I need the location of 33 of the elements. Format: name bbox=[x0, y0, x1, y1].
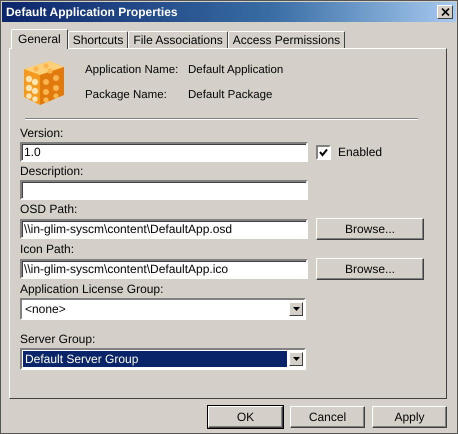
browse-button[interactable]: Browse... bbox=[316, 218, 424, 240]
tab[interactable]: Shortcuts bbox=[68, 31, 128, 48]
field-label: Application Name: bbox=[85, 64, 180, 76]
dialog-button[interactable]: OK bbox=[208, 406, 283, 428]
close-button[interactable] bbox=[437, 5, 453, 19]
field-label: Package Name: bbox=[85, 88, 168, 100]
text-field[interactable] bbox=[20, 180, 308, 200]
dropdown-value: <none> bbox=[24, 301, 67, 317]
browse-button[interactable]: Browse... bbox=[316, 258, 424, 280]
field-label: Icon Path: bbox=[20, 242, 76, 256]
field-value: Default Package bbox=[188, 88, 272, 100]
close-icon bbox=[440, 8, 450, 16]
dropdown[interactable]: Default Server Group bbox=[20, 348, 306, 370]
dialog-button[interactable]: Cancel bbox=[290, 406, 365, 428]
field-label: Application License Group: bbox=[20, 282, 164, 296]
check-mark-icon bbox=[319, 148, 328, 156]
text-field[interactable]: \\in-glim-syscm\content\DefaultApp.osd bbox=[20, 219, 308, 239]
window-title: Default Application Properties bbox=[6, 5, 178, 19]
checkbox[interactable] bbox=[316, 144, 331, 160]
field-label: Server Group: bbox=[20, 332, 96, 346]
tab[interactable]: File Associations bbox=[128, 31, 228, 48]
field-value: Default Application bbox=[188, 64, 284, 76]
dropdown-value: Default Server Group bbox=[23, 351, 287, 367]
dialog-button[interactable]: Apply bbox=[372, 406, 447, 428]
tab[interactable]: General bbox=[11, 29, 68, 49]
text-field[interactable]: \\in-glim-syscm\content\DefaultApp.ico bbox=[20, 259, 308, 279]
field-label: OSD Path: bbox=[20, 202, 78, 216]
checkbox-label: Enabled bbox=[338, 145, 382, 159]
tab[interactable]: Access Permissions bbox=[228, 31, 346, 48]
field-label: Description: bbox=[20, 164, 84, 178]
field-label: Version: bbox=[20, 126, 64, 140]
text-field[interactable]: 1.0 bbox=[20, 142, 308, 162]
dropdown[interactable]: <none> bbox=[20, 298, 306, 320]
